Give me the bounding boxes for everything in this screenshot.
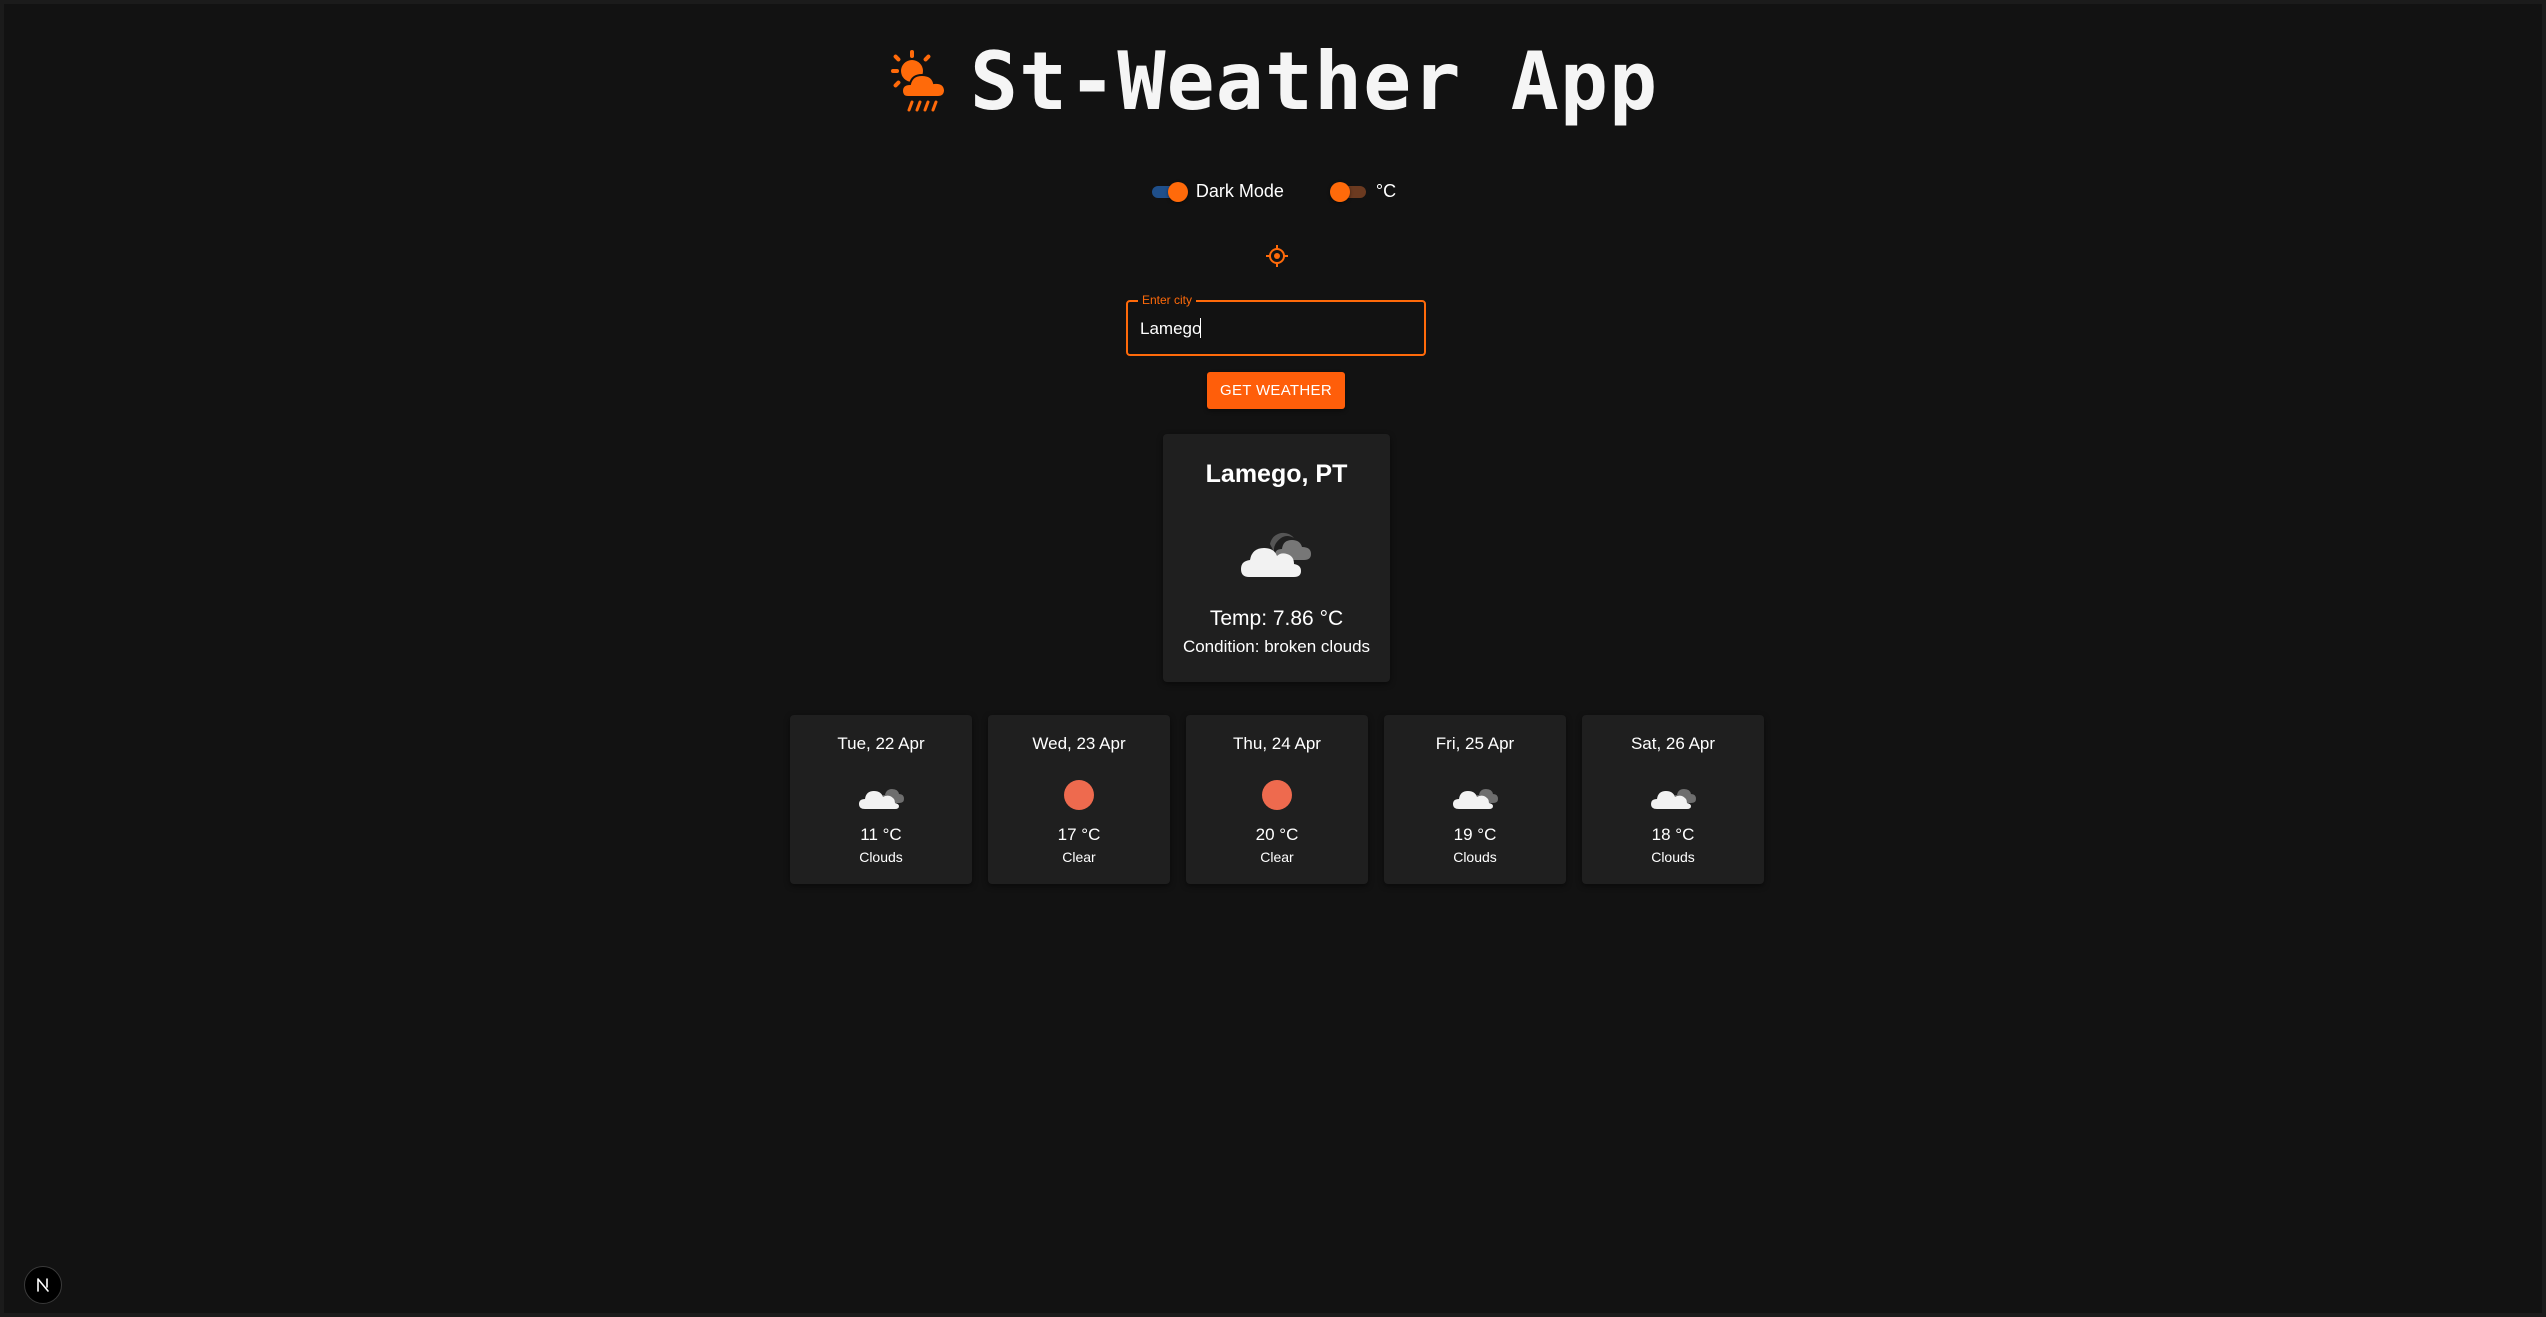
unit-thumb[interactable] — [1329, 182, 1350, 202]
crosshair-location-icon[interactable] — [1266, 245, 1288, 267]
settings-toggles: Dark Mode °C — [4, 180, 2542, 202]
current-city: Lamego, PT — [1205, 460, 1348, 488]
forecast-card: Tue, 22 Apr 11 °C Clouds — [790, 715, 972, 884]
sun-cloud-rain-icon — [890, 50, 946, 112]
forecast-condition: Clouds — [1453, 849, 1497, 865]
forecast-card: Sat, 26 Apr 18 °C Clouds — [1582, 715, 1764, 884]
dark-mode-thumb[interactable] — [1167, 182, 1188, 202]
forecast-date: Sat, 26 Apr — [1630, 734, 1716, 753]
forecast-condition: Clear — [1062, 849, 1096, 865]
clouds-icon — [859, 789, 904, 809]
forecast-condition: Clear — [1260, 849, 1294, 865]
forecast-temp: 18 °C — [1651, 825, 1695, 844]
forecast-date: Tue, 22 Apr — [837, 734, 925, 753]
current-condition: Condition: broken clouds — [1182, 637, 1371, 656]
forecast-card: Wed, 23 Apr 17 °C Clear — [988, 715, 1170, 884]
forecast-date: Wed, 23 Apr — [1032, 734, 1126, 753]
get-weather-button[interactable]: GET WEATHER — [1207, 372, 1345, 409]
nextjs-n-icon — [37, 1278, 49, 1292]
app-title: St-Weather App — [969, 35, 1659, 128]
forecast-list: Tue, 22 Apr 11 °C Clouds Wed, 23 Apr 17 … — [790, 715, 1764, 884]
broken-clouds-icon — [1241, 532, 1311, 577]
app-window: St-Weather App Dark Mode °C Enter city L… — [0, 0, 2546, 1317]
forecast-date: Thu, 24 Apr — [1233, 734, 1321, 753]
current-temp: Temp: 7.86 °C — [1209, 607, 1344, 630]
clouds-icon — [1453, 789, 1498, 809]
city-input[interactable] — [1140, 316, 1410, 342]
forecast-temp: 19 °C — [1453, 825, 1497, 844]
unit-label: °C — [1375, 180, 1397, 201]
nextjs-dev-icon[interactable] — [24, 1266, 62, 1304]
clear-sun-icon — [1064, 780, 1094, 810]
unit-switch[interactable] — [1329, 180, 1368, 202]
forecast-condition: Clouds — [859, 849, 903, 865]
current-weather-card: Lamego, PT Temp: 7.86 °C Condition: brok… — [1163, 434, 1390, 682]
forecast-card: Thu, 24 Apr 20 °C Clear — [1186, 715, 1368, 884]
forecast-temp: 11 °C — [860, 825, 902, 844]
clear-sun-icon — [1262, 780, 1292, 810]
city-field[interactable]: Enter city — [1126, 293, 1426, 356]
dark-mode-switch[interactable] — [1150, 180, 1188, 202]
unit-toggle[interactable]: °C — [1329, 180, 1397, 202]
forecast-card: Fri, 25 Apr 19 °C Clouds — [1384, 715, 1566, 884]
forecast-temp: 20 °C — [1255, 825, 1299, 844]
city-field-label: Enter city — [1138, 293, 1197, 307]
text-caret — [1200, 318, 1201, 338]
forecast-temp: 17 °C — [1057, 825, 1101, 844]
clouds-icon — [1651, 789, 1696, 809]
dark-mode-label: Dark Mode — [1195, 180, 1284, 201]
app-header: St-Weather App — [4, 34, 2542, 130]
dark-mode-toggle[interactable]: Dark Mode — [1150, 180, 1284, 202]
forecast-date: Fri, 25 Apr — [1435, 734, 1515, 753]
forecast-condition: Clouds — [1651, 849, 1695, 865]
